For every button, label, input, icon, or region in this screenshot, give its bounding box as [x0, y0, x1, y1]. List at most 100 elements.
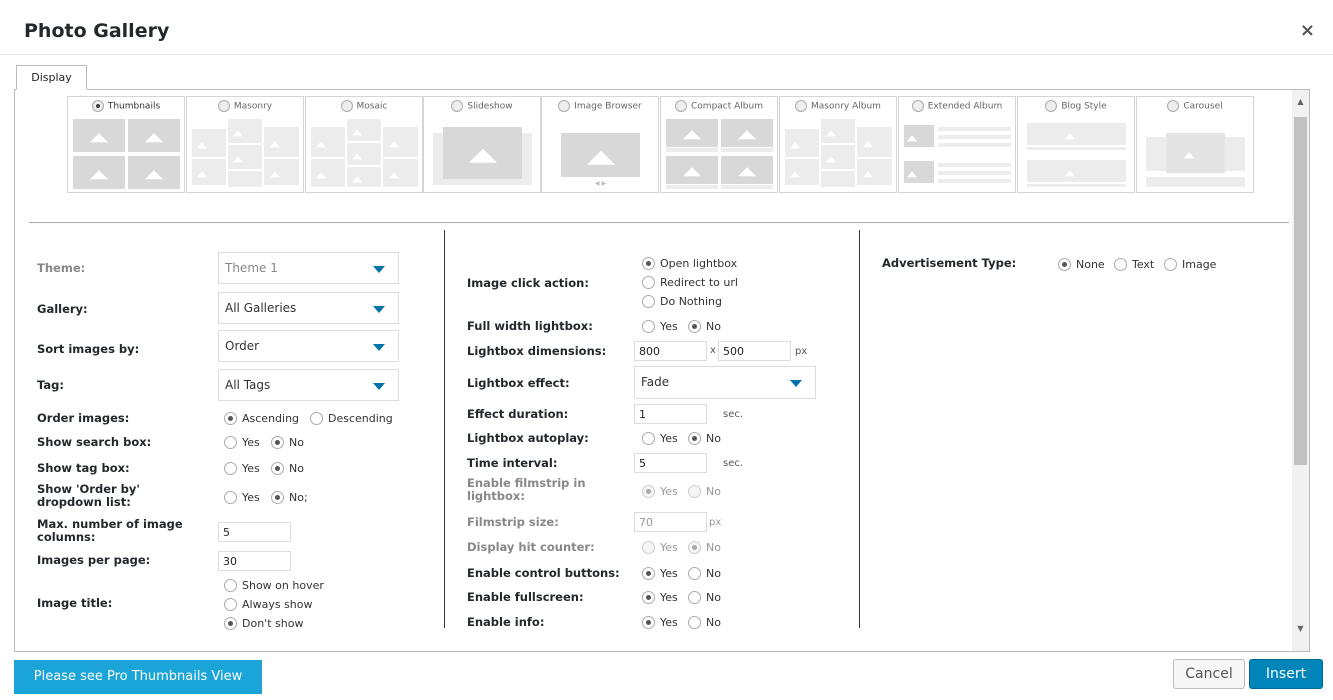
theme-select[interactable]: Theme 1	[218, 252, 399, 284]
filmstrip-no[interactable]: No	[688, 485, 721, 499]
radio-icon[interactable]	[675, 100, 688, 112]
radio-icon[interactable]	[1164, 258, 1177, 271]
radio-icon[interactable]	[642, 541, 655, 554]
radio-icon[interactable]	[688, 541, 701, 554]
view-thumbnails[interactable]: Thumbnails	[67, 96, 185, 193]
radio-icon[interactable]	[217, 100, 230, 112]
radio-icon[interactable]	[271, 491, 284, 504]
filmstrip-yes[interactable]: Yes	[642, 485, 678, 499]
radio-icon[interactable]	[224, 491, 237, 504]
radio-icon[interactable]	[1167, 100, 1180, 112]
radio-icon[interactable]	[310, 412, 323, 425]
interval-input[interactable]: 5	[634, 453, 707, 473]
radio-icon[interactable]	[1114, 258, 1127, 271]
effect-select[interactable]: Fade	[634, 366, 816, 399]
click-action-nothing[interactable]: Do Nothing	[642, 295, 722, 309]
gallery-select[interactable]: All Galleries	[218, 292, 399, 324]
control-buttons-yes[interactable]: Yes	[642, 567, 678, 581]
radio-icon[interactable]	[688, 320, 701, 333]
radio-icon[interactable]	[642, 257, 655, 270]
view-masonry-album[interactable]: Masonry Album	[779, 96, 897, 193]
radio-icon[interactable]	[642, 320, 655, 333]
sort-select[interactable]: Order	[218, 330, 399, 362]
control-buttons-no[interactable]: No	[688, 567, 721, 581]
max-columns-input[interactable]: 5	[218, 522, 291, 542]
view-masonry[interactable]: Masonry	[186, 96, 304, 193]
search-box-no[interactable]: No	[271, 436, 304, 450]
view-slideshow[interactable]: Slideshow	[423, 96, 541, 193]
radio-icon[interactable]	[642, 567, 655, 580]
per-page-input[interactable]: 30	[218, 551, 291, 571]
tag-box-yes[interactable]: Yes	[224, 462, 260, 476]
radio-icon[interactable]	[642, 295, 655, 308]
hit-counter-no[interactable]: No	[688, 541, 721, 555]
radio-icon[interactable]	[271, 436, 284, 449]
lightbox-height-input[interactable]: 500	[718, 341, 791, 361]
view-image-browser[interactable]: Image Browser ◀ ▶	[541, 96, 659, 193]
radio-icon[interactable]	[688, 567, 701, 580]
radio-icon[interactable]	[224, 412, 237, 425]
scroll-up-icon[interactable]: ▲	[1292, 93, 1309, 110]
close-icon[interactable]: ×	[1300, 20, 1315, 41]
radio-icon[interactable]	[340, 100, 353, 112]
radio-icon[interactable]	[642, 616, 655, 629]
view-compact-album[interactable]: Compact Album	[660, 96, 778, 193]
autoplay-yes[interactable]: Yes	[642, 432, 678, 446]
radio-icon[interactable]	[688, 591, 701, 604]
ad-type-none[interactable]: None	[1058, 258, 1105, 272]
search-box-yes[interactable]: Yes	[224, 436, 260, 450]
radio-icon[interactable]	[271, 462, 284, 475]
radio-icon[interactable]	[451, 100, 464, 112]
radio-icon[interactable]	[91, 100, 104, 112]
fullscreen-no[interactable]: No	[688, 591, 721, 605]
autoplay-no[interactable]: No	[688, 432, 721, 446]
scrollbar[interactable]: ▲ ▼	[1292, 90, 1309, 651]
radio-icon[interactable]	[224, 598, 237, 611]
radio-icon[interactable]	[688, 432, 701, 445]
cancel-button[interactable]: Cancel	[1173, 659, 1245, 689]
filmstrip-size-input[interactable]: 70	[634, 512, 707, 532]
view-extended-album[interactable]: Extended Album	[898, 96, 1016, 193]
order-by-no[interactable]: No;	[271, 491, 308, 505]
order-by-yes[interactable]: Yes	[224, 491, 260, 505]
scrollbar-thumb[interactable]	[1294, 117, 1307, 465]
full-width-yes[interactable]: Yes	[642, 320, 678, 334]
pro-thumbnails-button[interactable]: Please see Pro Thumbnails View	[14, 660, 262, 694]
scroll-down-icon[interactable]: ▼	[1292, 620, 1309, 637]
click-action-redirect[interactable]: Redirect to url	[642, 276, 738, 290]
image-title-hover[interactable]: Show on hover	[224, 579, 324, 593]
radio-icon[interactable]	[795, 100, 808, 112]
radio-icon[interactable]	[688, 485, 701, 498]
ad-type-image[interactable]: Image	[1164, 258, 1216, 272]
info-yes[interactable]: Yes	[642, 616, 678, 630]
radio-icon[interactable]	[911, 100, 924, 112]
insert-button[interactable]: Insert	[1249, 659, 1323, 689]
radio-icon[interactable]	[1045, 100, 1058, 112]
image-title-always[interactable]: Always show	[224, 598, 313, 612]
radio-icon[interactable]	[642, 591, 655, 604]
ad-type-text[interactable]: Text	[1114, 258, 1154, 272]
order-ascending[interactable]: Ascending	[224, 412, 299, 426]
image-title-none[interactable]: Don't show	[224, 617, 303, 631]
tag-box-no[interactable]: No	[271, 462, 304, 476]
full-width-no[interactable]: No	[688, 320, 721, 334]
view-blog-style[interactable]: Blog Style	[1017, 96, 1135, 193]
radio-icon[interactable]	[688, 616, 701, 629]
radio-icon[interactable]	[558, 100, 571, 112]
order-descending[interactable]: Descending	[310, 412, 393, 426]
fullscreen-yes[interactable]: Yes	[642, 591, 678, 605]
view-mosaic[interactable]: Mosaic	[305, 96, 423, 193]
click-action-lightbox[interactable]: Open lightbox	[642, 257, 737, 271]
radio-icon[interactable]	[642, 485, 655, 498]
radio-icon[interactable]	[224, 436, 237, 449]
hit-counter-yes[interactable]: Yes	[642, 541, 678, 555]
tag-select[interactable]: All Tags	[218, 369, 399, 401]
radio-icon[interactable]	[224, 462, 237, 475]
radio-icon[interactable]	[1058, 258, 1071, 271]
radio-icon[interactable]	[642, 276, 655, 289]
duration-input[interactable]: 1	[634, 404, 707, 424]
view-carousel[interactable]: Carousel	[1136, 96, 1254, 193]
radio-icon[interactable]	[224, 579, 237, 592]
tab-display[interactable]: Display	[16, 65, 87, 90]
lightbox-width-input[interactable]: 800	[634, 341, 707, 361]
